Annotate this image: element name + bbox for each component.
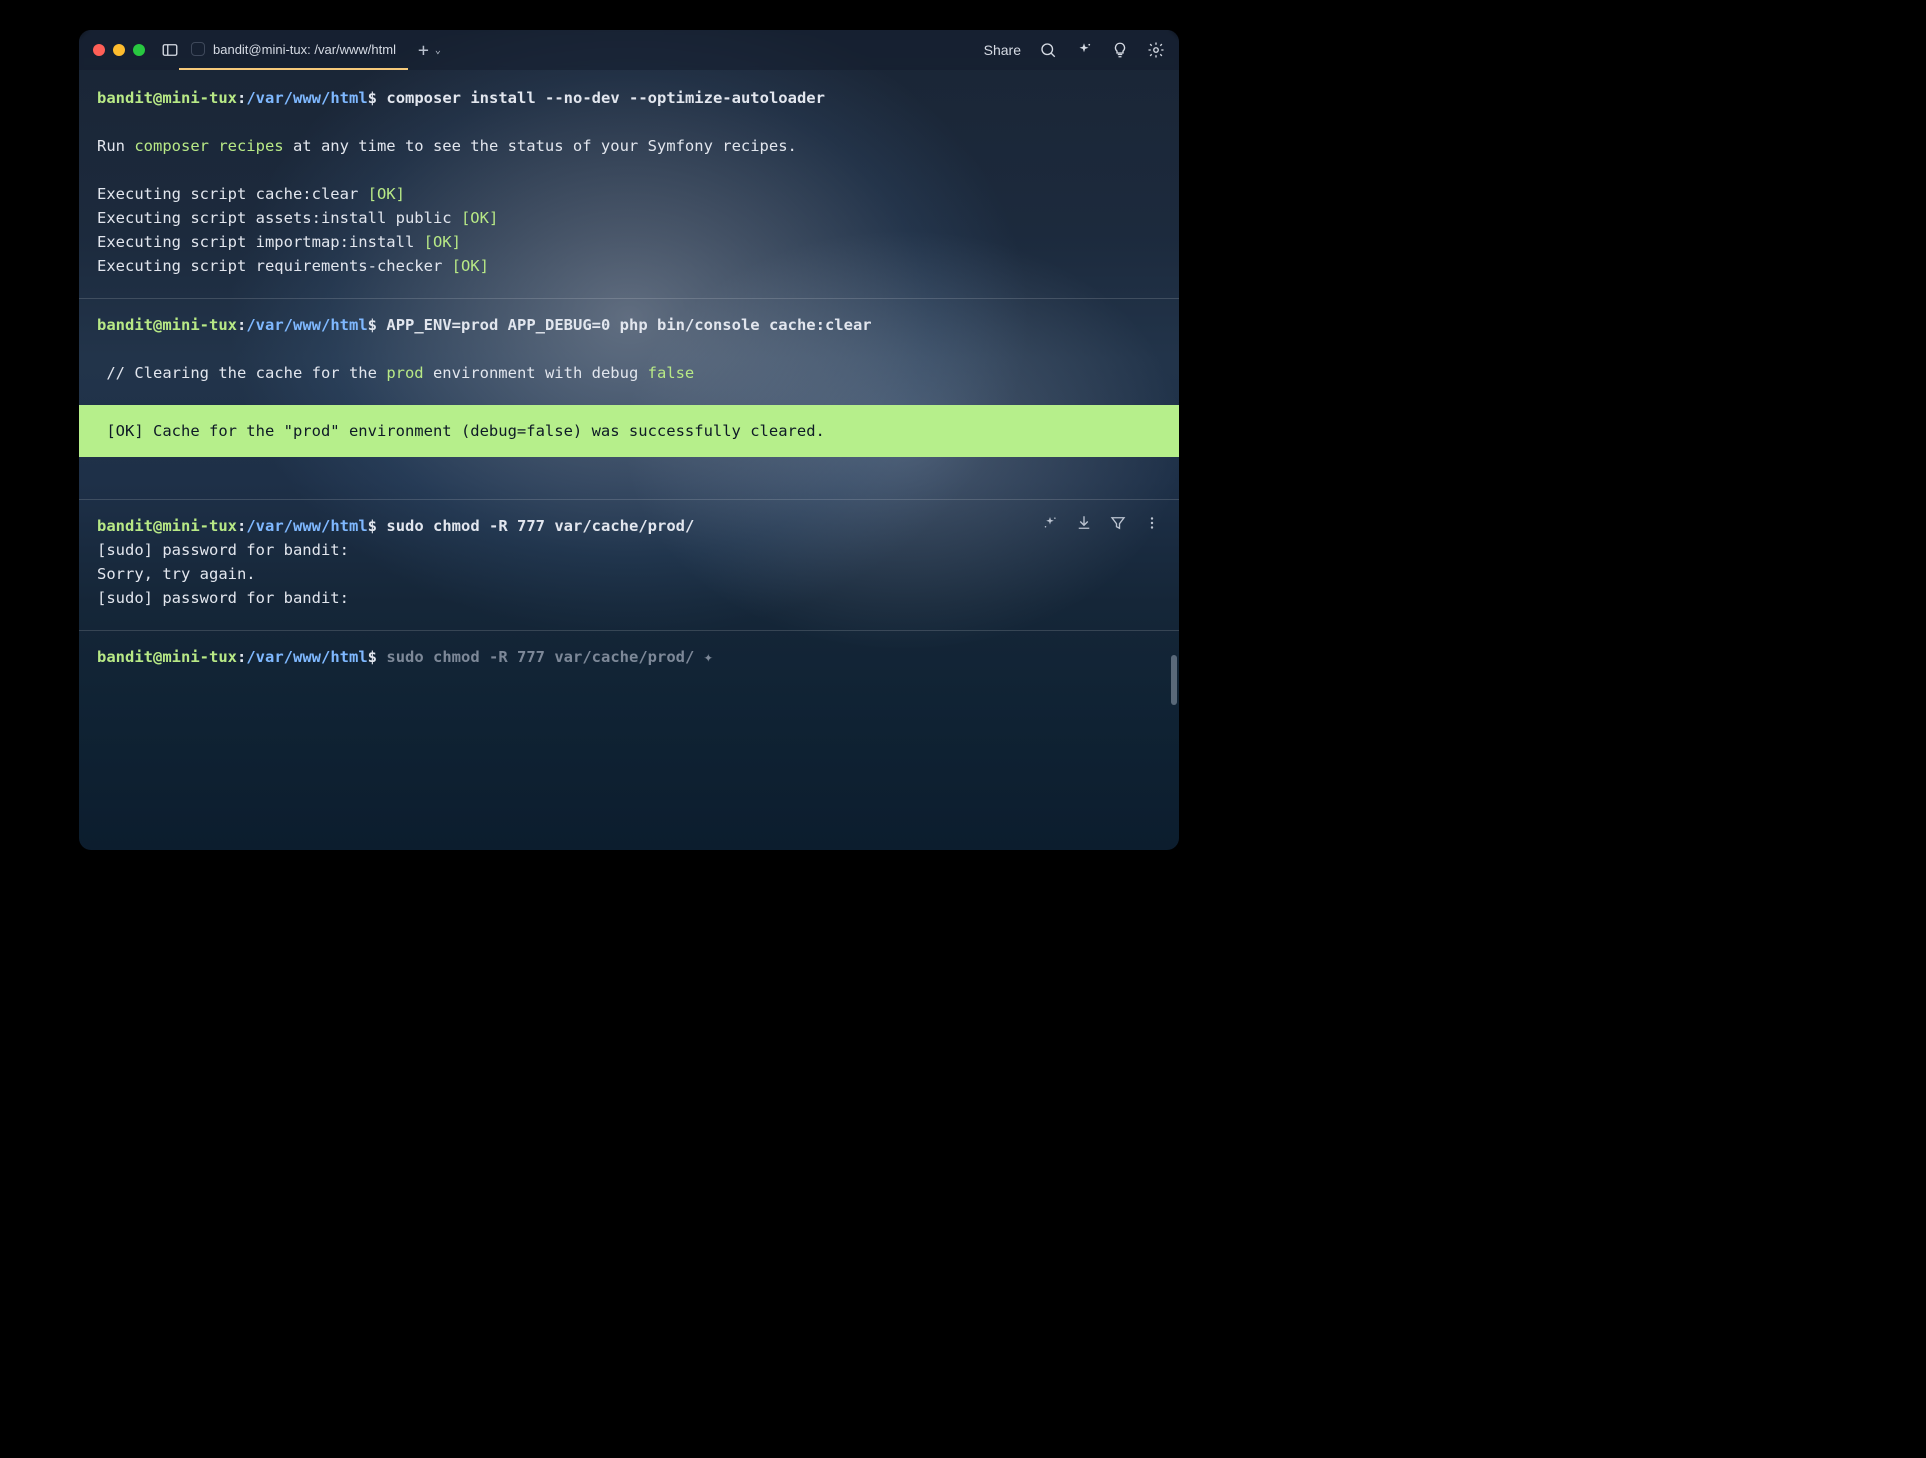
titlebar: bandit@mini-tux: /var/www/html + ⌄ Share xyxy=(79,30,1179,70)
command-text: composer install --no-dev --optimize-aut… xyxy=(386,89,825,107)
active-prompt[interactable]: bandit@mini-tux:/var/www/html$ sudo chmo… xyxy=(79,645,1179,669)
minimize-button[interactable] xyxy=(113,44,125,56)
command-block: bandit@mini-tux:/var/www/html$ APP_ENV=p… xyxy=(79,313,1179,385)
suggestion-text: sudo chmod -R 777 var/cache/prod/ xyxy=(386,648,703,666)
tab-title: bandit@mini-tux: /var/www/html xyxy=(213,42,396,57)
more-icon[interactable] xyxy=(1143,514,1161,532)
output-line: Executing script requirements-checker [O… xyxy=(97,254,1161,278)
block-separator xyxy=(79,499,1179,500)
prompt-path: /var/www/html xyxy=(246,89,367,107)
prompt-line: bandit@mini-tux:/var/www/html$ sudo chmo… xyxy=(97,514,1161,538)
output-line: Sorry, try again. xyxy=(97,562,1161,586)
scrollbar[interactable] xyxy=(1171,655,1177,705)
ok-badge: [OK] xyxy=(368,185,405,203)
sparkle-icon[interactable] xyxy=(1075,41,1093,59)
traffic-lights xyxy=(93,44,145,56)
output-line: Executing script importmap:install [OK] xyxy=(97,230,1161,254)
share-button[interactable]: Share xyxy=(984,42,1021,58)
command-text: sudo chmod -R 777 var/cache/prod/ xyxy=(386,517,694,535)
prompt-symbol: $ xyxy=(368,89,377,107)
tab-active[interactable]: bandit@mini-tux: /var/www/html xyxy=(179,30,408,70)
block-separator xyxy=(79,298,1179,299)
ok-badge: [OK] xyxy=(424,233,461,251)
filter-icon[interactable] xyxy=(1109,514,1127,532)
close-button[interactable] xyxy=(93,44,105,56)
command-text: APP_ENV=prod APP_DEBUG=0 php bin/console… xyxy=(386,316,871,334)
sidebar-toggle-icon[interactable] xyxy=(161,41,179,59)
plus-icon: + xyxy=(418,40,429,61)
block-separator xyxy=(79,630,1179,631)
prompt-line: bandit@mini-tux:/var/www/html$ sudo chmo… xyxy=(97,645,1161,669)
prompt-line: bandit@mini-tux:/var/www/html$ composer … xyxy=(97,86,1161,110)
terminal-content[interactable]: bandit@mini-tux:/var/www/html$ composer … xyxy=(79,70,1179,850)
search-icon[interactable] xyxy=(1039,41,1057,59)
ok-badge: [OK] xyxy=(461,209,498,227)
tab-icon xyxy=(191,42,205,56)
output-line: // Clearing the cache for the prod envir… xyxy=(97,361,1161,385)
output-line: Executing script assets:install public [… xyxy=(97,206,1161,230)
terminal-window: bandit@mini-tux: /var/www/html + ⌄ Share xyxy=(79,30,1179,850)
output-line: [sudo] password for bandit: xyxy=(97,586,1161,610)
prompt-host: mini-tux xyxy=(162,89,237,107)
bulb-icon[interactable] xyxy=(1111,41,1129,59)
command-block: bandit@mini-tux:/var/www/html$ composer … xyxy=(79,86,1179,278)
download-icon[interactable] xyxy=(1075,514,1093,532)
gear-icon[interactable] xyxy=(1147,41,1165,59)
output-line: [sudo] password for bandit: xyxy=(97,538,1161,562)
new-tab-button[interactable]: + ⌄ xyxy=(418,40,441,61)
ai-suggestion-icon: ✦ xyxy=(704,648,713,666)
chevron-down-icon: ⌄ xyxy=(435,45,441,56)
maximize-button[interactable] xyxy=(133,44,145,56)
output-line: Run composer recipes at any time to see … xyxy=(97,134,1161,158)
prompt-user: bandit xyxy=(97,89,153,107)
ai-sparkle-icon[interactable] xyxy=(1041,514,1059,532)
prompt-line: bandit@mini-tux:/var/www/html$ APP_ENV=p… xyxy=(97,313,1161,337)
command-block: bandit@mini-tux:/var/www/html$ sudo chmo… xyxy=(79,514,1179,610)
block-actions xyxy=(1041,514,1161,532)
output-line: Executing script cache:clear [OK] xyxy=(97,182,1161,206)
success-banner: [OK] Cache for the "prod" environment (d… xyxy=(79,405,1179,457)
ok-badge: [OK] xyxy=(452,257,489,275)
